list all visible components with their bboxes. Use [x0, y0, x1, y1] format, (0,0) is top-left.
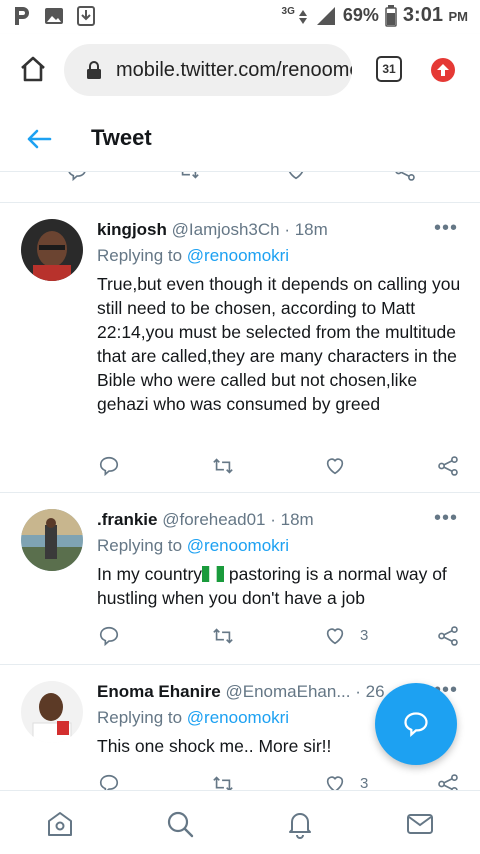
search-icon[interactable]: [165, 809, 195, 839]
messages-icon[interactable]: [405, 809, 435, 839]
replying-to: Replying to @renoomokri: [97, 708, 290, 727]
retweet-icon[interactable]: [210, 623, 236, 649]
tweet-actions: 3: [0, 771, 480, 790]
tweet-meta: Enoma Ehanire @EnomaEhan... · 26: [97, 682, 385, 702]
bottom-navigation: [0, 790, 480, 854]
like-icon[interactable]: [283, 172, 309, 184]
tweet-meta: kingjosh @Iamjosh3Ch · 18m: [97, 220, 328, 240]
tweet-time: · 18m: [284, 220, 328, 239]
display-name[interactable]: Enoma Ehanire: [97, 682, 221, 701]
retweet-icon[interactable]: [210, 453, 236, 479]
like-icon[interactable]: [322, 771, 348, 790]
compose-reply-icon: [404, 712, 428, 737]
browser-toolbar: mobile.twitter.com/renoomokri 31: [0, 34, 480, 106]
replying-to: Replying to @renoomokri: [97, 536, 290, 555]
p-icon: [12, 6, 32, 26]
retweet-icon[interactable]: [210, 771, 236, 790]
more-options-icon[interactable]: •••: [434, 507, 458, 530]
display-name[interactable]: kingjosh: [97, 220, 167, 239]
like-count: 3: [360, 775, 369, 790]
notifications-icon[interactable]: [285, 809, 315, 839]
reply-icon[interactable]: [96, 453, 122, 479]
url-text: mobile.twitter.com/renoomokri: [116, 58, 352, 81]
more-options-icon[interactable]: •••: [434, 217, 458, 240]
tweet-item[interactable]: .frankie @forehead01 · 18m ••• Replying …: [0, 492, 480, 664]
tweet-time: · 18m: [270, 510, 314, 529]
page-title: Tweet: [91, 125, 152, 150]
download-icon: [76, 6, 96, 26]
mention-link[interactable]: @renoomokri: [187, 536, 289, 555]
like-count: 3: [360, 627, 369, 644]
reply-icon[interactable]: [96, 623, 122, 649]
avatar[interactable]: [21, 681, 83, 743]
mention-link[interactable]: @renoomokri: [187, 708, 289, 727]
replying-to: Replying to @renoomokri: [97, 246, 290, 265]
user-handle[interactable]: @Iamjosh3Ch: [172, 220, 280, 239]
tweet-header: Tweet: [0, 106, 480, 172]
nigeria-flag-icon: [202, 566, 225, 582]
tweet-meta: .frankie @forehead01 · 18m: [97, 510, 314, 530]
display-name[interactable]: .frankie: [97, 510, 157, 529]
address-bar[interactable]: mobile.twitter.com/renoomokri: [64, 44, 352, 96]
tweet-text: True,but even though it depends on calli…: [97, 274, 461, 414]
user-handle[interactable]: @EnomaEhan...: [226, 682, 351, 701]
compose-reply-button[interactable]: [375, 683, 457, 765]
tab-switcher-button[interactable]: 31: [376, 56, 402, 82]
reply-icon[interactable]: [64, 172, 90, 184]
share-icon[interactable]: [435, 623, 461, 649]
avatar[interactable]: [21, 509, 83, 571]
back-arrow-icon[interactable]: [26, 128, 52, 150]
share-icon[interactable]: [392, 172, 418, 184]
tweet-item[interactable]: kingjosh @Iamjosh3Ch · 18m ••• Replying …: [0, 202, 480, 492]
share-icon[interactable]: [435, 453, 461, 479]
signal-icon: [316, 6, 335, 25]
network-arrows-icon: [298, 9, 307, 24]
update-icon[interactable]: [431, 58, 455, 82]
retweet-icon[interactable]: [176, 172, 202, 184]
reply-icon[interactable]: [96, 771, 122, 790]
battery-icon: [385, 4, 397, 27]
share-icon[interactable]: [435, 771, 461, 790]
tweet-actions: [0, 453, 480, 483]
tweet-actions: 3: [0, 623, 480, 653]
user-handle[interactable]: @forehead01: [162, 510, 265, 529]
home-icon[interactable]: [45, 809, 75, 839]
home-icon[interactable]: [18, 54, 50, 86]
status-bar: 3G 69% 3:01 PM: [0, 0, 480, 34]
like-icon[interactable]: [322, 623, 348, 649]
image-icon: [44, 6, 64, 26]
mention-link[interactable]: @renoomokri: [187, 246, 289, 265]
previous-tweet-actions: [0, 172, 480, 188]
clock: 3:01 PM: [402, 4, 468, 26]
lock-icon: [87, 61, 101, 79]
battery-percent: 69%: [342, 5, 379, 25]
like-icon[interactable]: [322, 453, 348, 479]
network-type: 3G: [281, 6, 295, 17]
tweet-text: In my country pastoring is a normal way …: [97, 564, 447, 608]
avatar[interactable]: [21, 219, 83, 281]
tweet-time: · 26: [355, 682, 385, 701]
